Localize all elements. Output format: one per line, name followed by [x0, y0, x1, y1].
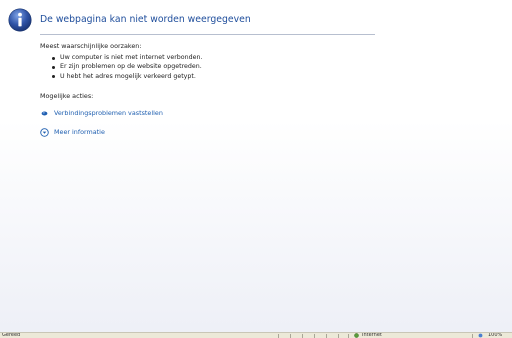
status-cell: [290, 334, 291, 338]
more-info-label[interactable]: Meer informatie: [54, 128, 105, 136]
cause-item: Uw computer is niet met internet verbond…: [52, 54, 203, 61]
info-icon: [8, 8, 32, 32]
status-cell: [472, 334, 473, 338]
status-cell: [338, 334, 339, 338]
zoom-icon: [478, 333, 483, 338]
causes-list: Uw computer is niet met internet verbond…: [52, 53, 203, 81]
diagnose-connection-link[interactable]: Verbindingsproblemen vaststellen: [40, 108, 163, 118]
security-zone-label[interactable]: Internet: [362, 333, 382, 338]
status-cell: [302, 334, 303, 338]
zoom-level[interactable]: 100%: [488, 333, 502, 338]
status-text: Gereed: [2, 332, 21, 338]
actions-heading: Mogelijke acties:: [40, 92, 94, 100]
globe-icon: [354, 333, 359, 338]
status-cell: [348, 334, 349, 338]
expand-icon: [40, 127, 49, 137]
page-title: De webpagina kan niet worden weergegeven: [40, 14, 251, 25]
error-page: De webpagina kan niet worden weergegeven…: [0, 0, 512, 332]
causes-heading: Meest waarschijnlijke oorzaken:: [40, 42, 142, 50]
diagnose-icon: [41, 111, 48, 115]
status-bar: Gereed Internet 100%: [0, 332, 512, 338]
cause-item: Er zijn problemen op de website opgetred…: [52, 63, 202, 71]
status-cell: [314, 334, 315, 338]
diagnose-connection-label[interactable]: Verbindingsproblemen vaststellen: [54, 109, 163, 117]
cause-item: U hebt het adres mogelijk verkeerd getyp…: [52, 72, 203, 81]
status-cell: [326, 334, 327, 338]
more-info-link[interactable]: Meer informatie: [40, 127, 105, 137]
title-divider: [40, 34, 375, 35]
status-cell: [278, 334, 279, 338]
